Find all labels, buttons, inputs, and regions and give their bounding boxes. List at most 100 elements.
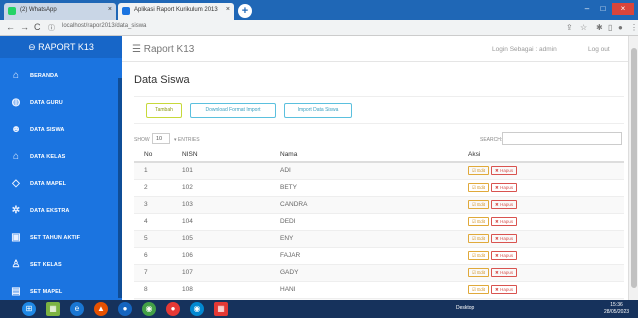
cell-no: 5 [134, 229, 182, 247]
share-icon[interactable]: ⇪ [566, 23, 573, 32]
logout-link[interactable]: Log out [588, 46, 610, 53]
delete-button[interactable]: ✖ Hapus [491, 166, 518, 176]
action-bar: Tambah Download Format Import Import Dat… [134, 96, 624, 124]
app-red-icon[interactable]: ● [166, 302, 180, 316]
profile-icon[interactable]: ● [618, 23, 623, 32]
edit-button[interactable]: ☑ Edit [468, 234, 490, 243]
cell-aksi: ☑ Edit✖ Hapus [468, 195, 624, 213]
delete-button[interactable]: ✖ Hapus [491, 183, 518, 192]
delete-button[interactable]: ✖ Hapus [491, 234, 518, 243]
cell-nama: ADI [280, 161, 468, 179]
entries-select[interactable]: 10 [152, 133, 170, 144]
cell-nama: BETY [280, 178, 468, 196]
info-icon[interactable]: ⓘ [48, 23, 55, 33]
edit-button[interactable]: ☑ Edit [468, 268, 490, 277]
sidebar-item-set-mapel[interactable]: ▤ SET MAPEL [0, 279, 122, 300]
edit-button[interactable]: ☑ Edit [468, 251, 490, 260]
maximize-button[interactable]: □ [596, 3, 610, 15]
sidebar-item-set-tahun-aktif[interactable]: ▣ SET TAHUN AKTIF [0, 225, 122, 253]
menu-icon[interactable]: ⋮ [630, 23, 638, 32]
list-icon: ▤ [11, 286, 21, 297]
taskbar: ⊞ ▦ e ▲ ● ◉ ● ◉ ▦ Desktop 15:36 28/05/20… [0, 300, 638, 318]
url-field[interactable]: localhost/rapor2013/data_siswa [62, 23, 146, 29]
minimize-button[interactable]: – [580, 3, 594, 15]
cell-aksi: ☑ Edit✖ Hapus [468, 246, 624, 264]
sidebar-item-data-siswa[interactable]: ☻ DATA SISWA [0, 117, 122, 145]
sidebar-brand[interactable]: ⊖ RAPORT K13 [0, 36, 122, 58]
col-nama[interactable]: Nama [280, 148, 468, 163]
cell-no: 8 [134, 280, 182, 298]
edit-button[interactable]: ☑ Edit [468, 200, 490, 209]
app-icon[interactable]: ● [118, 302, 132, 316]
user-icon: ◍ [11, 97, 21, 108]
tab-raport[interactable]: Aplikasi Raport Kurikulum 2013 × [118, 3, 234, 20]
bookmark-star-icon[interactable]: ☆ [580, 23, 587, 32]
clock-date: 28/05/2023 [604, 309, 630, 315]
app-blue-icon[interactable]: ◉ [190, 302, 204, 316]
class-icon: ⌂ [12, 151, 20, 162]
add-button[interactable]: Tambah [146, 103, 182, 118]
cell-no: 2 [134, 178, 182, 196]
sidepanel-icon[interactable]: ▯ [608, 23, 612, 32]
close-window-button[interactable]: × [612, 3, 634, 15]
edge-icon[interactable]: e [70, 302, 84, 316]
gear-icon: ✲ [11, 205, 21, 216]
edit-button[interactable]: ☑ Edit [468, 285, 490, 294]
sidebar-item-label: DATA MAPEL [30, 181, 67, 187]
sidebar-item-set-kelas[interactable]: ♙ SET KELAS [0, 252, 122, 280]
cell-no: 3 [134, 195, 182, 213]
cell-nisn: 103 [182, 195, 280, 213]
app-title[interactable]: ☰ Raport K13 [132, 44, 194, 55]
cell-nisn: 102 [182, 178, 280, 196]
close-tab-icon[interactable]: × [108, 6, 112, 13]
back-icon[interactable]: ← [6, 22, 15, 32]
forward-icon[interactable]: → [20, 22, 29, 32]
sidebar-item-beranda[interactable]: ⌂ BERANDA [0, 63, 122, 91]
sidebar-item-label: DATA SISWA [30, 127, 65, 133]
table-row: 7 107 GADY ☑ Edit ✖ Hapus [134, 263, 624, 281]
extensions-icon[interactable]: ✱ [596, 23, 603, 32]
system-tray[interactable]: Desktop [456, 305, 474, 311]
sidebar-item-data-mapel[interactable]: ◇ DATA MAPEL [0, 171, 122, 199]
edit-button[interactable]: ☑ Edit [468, 166, 490, 176]
search-input[interactable] [502, 132, 622, 145]
clock-time: 15:36 [610, 302, 623, 308]
sidebar-item-data-kelas[interactable]: ⌂ DATA KELAS [0, 144, 122, 172]
main-scrollbar[interactable] [628, 36, 638, 300]
sidebar-item-label: SET MAPEL [30, 289, 63, 295]
col-nisn[interactable]: NISN [182, 148, 280, 163]
scrollbar-thumb[interactable] [631, 48, 637, 288]
clock[interactable]: 15:36 28/05/2023 [604, 302, 629, 316]
start-button[interactable]: ⊞ [22, 302, 36, 316]
table-header-row: No NISN Nama Aksi [134, 148, 624, 163]
delete-button[interactable]: ✖ Hapus [491, 217, 518, 226]
close-tab-icon[interactable]: × [226, 6, 230, 13]
import-button[interactable]: Import Data Siswa [284, 103, 352, 118]
sidebar-item-data-ekstra[interactable]: ✲ DATA EKSTRA [0, 198, 122, 226]
delete-button[interactable]: ✖ Hapus [491, 251, 518, 260]
table-row: 4 104 DEDI ☑ Edit ✖ Hapus [134, 212, 624, 230]
sidebar-item-data-guru[interactable]: ◍ DATA GURU [0, 90, 122, 118]
table-row: 5 105 ENY ☑ Edit ✖ Hapus [134, 229, 624, 247]
new-tab-button[interactable]: + [238, 4, 252, 18]
delete-button[interactable]: ✖ Hapus [491, 268, 518, 277]
chrome-icon[interactable]: ◉ [142, 302, 156, 316]
table-row: 3 103 CANDRA ☑ Edit ✖ Hapus [134, 195, 624, 213]
file-explorer-icon[interactable]: ▦ [46, 302, 60, 316]
users-icon: ☻ [10, 124, 22, 135]
delete-button[interactable]: ✖ Hapus [491, 285, 518, 294]
delete-button[interactable]: ✖ Hapus [491, 200, 518, 209]
col-aksi: Aksi [468, 148, 624, 163]
cell-nama: CANDRA [280, 195, 468, 213]
page-title: Data Siswa [134, 74, 190, 86]
download-format-button[interactable]: Download Format Import [190, 103, 276, 118]
tab-whatsapp[interactable]: (2) WhatsApp × [4, 3, 116, 20]
table-row: 6 106 FAJAR ☑ Edit ✖ Hapus [134, 246, 624, 264]
edit-button[interactable]: ☑ Edit [468, 183, 490, 192]
cell-nisn: 101 [182, 161, 280, 179]
edit-button[interactable]: ☑ Edit [468, 217, 490, 226]
col-no[interactable]: No [134, 148, 182, 163]
vlc-icon[interactable]: ▲ [94, 302, 108, 316]
app-grid-icon[interactable]: ▦ [214, 302, 228, 316]
reload-icon[interactable]: C [34, 22, 41, 32]
